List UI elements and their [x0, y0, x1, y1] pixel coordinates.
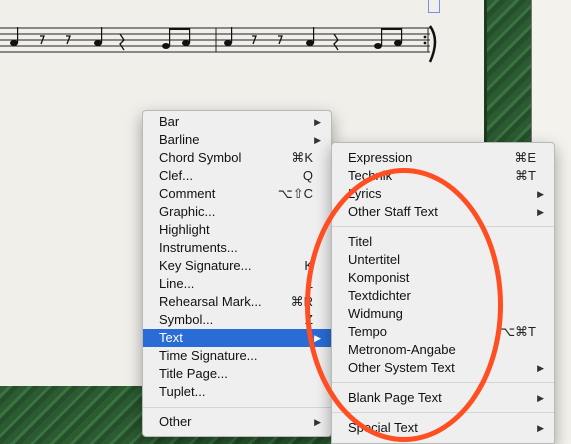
menu-item-highlight[interactable]: Highlight: [143, 221, 331, 239]
menu-item-label: Titel: [348, 234, 373, 249]
menu-item-label: Untertitel: [348, 252, 401, 267]
menu-item-label: Instruments...: [159, 240, 238, 255]
menu-item-label: Barline: [159, 132, 200, 147]
menu-item-label: Lyrics: [348, 186, 382, 201]
submenu-arrow-icon: ▶: [314, 333, 321, 343]
shortcut-label: ⌥⌘T: [500, 324, 536, 339]
menu-separator: [332, 382, 554, 383]
menu-item-label: Clef...: [159, 168, 193, 183]
shortcut-label: ⌘T: [515, 168, 536, 183]
menu-item-other-staff-text[interactable]: Other Staff Text ▶: [332, 203, 554, 221]
menu-item-key-signature[interactable]: Key Signature... K: [143, 257, 331, 275]
submenu-arrow-icon: ▶: [314, 417, 321, 427]
menu-item-graphic[interactable]: Graphic...: [143, 203, 331, 221]
menu-item-instruments[interactable]: Instruments...: [143, 239, 331, 257]
menu-item-barline[interactable]: Barline ▶: [143, 131, 331, 149]
shortcut-label: ⌥⇧C: [277, 186, 313, 201]
menu-item-symbol[interactable]: Symbol... Z: [143, 311, 331, 329]
menu-item-tempo[interactable]: Tempo ⌥⌘T: [332, 323, 554, 341]
shortcut-label: ⌘K: [291, 150, 313, 165]
menu-item-label: Other: [159, 414, 192, 429]
menu-item-label: Comment: [159, 186, 216, 201]
shortcut-label: Z: [305, 312, 313, 327]
shortcut-label: ⌘R: [290, 294, 313, 309]
menu-item-special-text[interactable]: Special Text ▶: [332, 419, 554, 437]
shortcut-label: Q: [302, 168, 313, 183]
music-staff[interactable]: [0, 24, 445, 64]
menu-item-label: Textdichter: [348, 288, 411, 303]
menu-item-label: Other Staff Text: [348, 204, 438, 219]
menu-item-label: Symbol...: [159, 312, 214, 327]
menu-item-label: Tuplet...: [159, 384, 206, 399]
menu-item-komponist[interactable]: Komponist: [332, 269, 554, 287]
menu-item-label: Komponist: [348, 270, 410, 285]
submenu-arrow-icon: ▶: [314, 117, 321, 127]
menu-item-label: Title Page...: [159, 366, 228, 381]
menu-item-rehearsal-mark[interactable]: Rehearsal Mark... ⌘R: [143, 293, 331, 311]
menu-item-textdichter[interactable]: Textdichter: [332, 287, 554, 305]
menu-item-label: Tempo: [348, 324, 388, 339]
shortcut-label: L: [305, 276, 313, 291]
menu-item-label: Chord Symbol: [159, 150, 242, 165]
menu-item-label: Graphic...: [159, 204, 216, 219]
menu-item-lyrics[interactable]: Lyrics ▶: [332, 185, 554, 203]
menu-item-label: Rehearsal Mark...: [159, 294, 262, 309]
menu-item-label: Time Signature...: [159, 348, 258, 363]
menu-item-widmung[interactable]: Widmung: [332, 305, 554, 323]
submenu-arrow-icon: ▶: [537, 423, 544, 433]
menu-item-comment[interactable]: Comment ⌥⇧C: [143, 185, 331, 203]
menu-item-label: Expression: [348, 150, 413, 165]
submenu-arrow-icon: ▶: [537, 363, 544, 373]
submenu-arrow-icon: ▶: [314, 135, 321, 145]
menu-item-metronom-angabe[interactable]: Metronom-Angabe: [332, 341, 554, 359]
submenu-arrow-icon: ▶: [537, 207, 544, 217]
menu-item-tuplet[interactable]: Tuplet...: [143, 383, 331, 401]
menu-separator: [332, 226, 554, 227]
text-submenu: Expression ⌘E Technik ⌘T Lyrics ▶ Other Staff …: [331, 142, 555, 444]
menu-item-label: Key Signature...: [159, 258, 252, 273]
menu-item-chord-symbol[interactable]: Chord Symbol ⌘K: [143, 149, 331, 167]
menu-item-bar[interactable]: Bar ▶: [143, 113, 331, 131]
menu-item-technik[interactable]: Technik ⌘T: [332, 167, 554, 185]
menu-item-expression[interactable]: Expression ⌘E: [332, 149, 554, 167]
menu-item-label: Other System Text: [348, 360, 455, 375]
menu-item-title-page[interactable]: Title Page...: [143, 365, 331, 383]
menu-item-titel[interactable]: Titel: [332, 233, 554, 251]
menu-item-label: Special Text: [348, 420, 418, 435]
submenu-arrow-icon: ▶: [537, 393, 544, 403]
menu-item-label: Metronom-Angabe: [348, 342, 456, 357]
menu-item-other[interactable]: Other ▶: [143, 413, 331, 431]
menu-item-line[interactable]: Line... L: [143, 275, 331, 293]
menu-item-blank-page-text[interactable]: Blank Page Text ▶: [332, 389, 554, 407]
selection-marker: [428, 0, 440, 13]
menu-item-label: Highlight: [159, 222, 210, 237]
menu-item-text[interactable]: Text ▶: [143, 329, 331, 347]
menu-item-label: Widmung: [348, 306, 403, 321]
menu-item-label: Bar: [159, 114, 180, 129]
menu-item-label: Text: [159, 330, 183, 345]
menu-item-label: Line...: [159, 276, 195, 291]
menu-separator: [143, 407, 331, 408]
menu-item-label: Blank Page Text: [348, 390, 442, 405]
shortcut-label: ⌘E: [514, 150, 536, 165]
menu-item-label: Technik: [348, 168, 393, 183]
menu-item-untertitel[interactable]: Untertitel: [332, 251, 554, 269]
context-menu: Bar ▶ Barline ▶ Chord Symbol ⌘K Clef... Q Commen…: [142, 110, 332, 437]
submenu-arrow-icon: ▶: [537, 189, 544, 199]
menu-item-time-signature[interactable]: Time Signature...: [143, 347, 331, 365]
menu-item-other-system-text[interactable]: Other System Text ▶: [332, 359, 554, 377]
menu-separator: [332, 412, 554, 413]
menu-item-clef[interactable]: Clef... Q: [143, 167, 331, 185]
shortcut-label: K: [304, 258, 313, 273]
